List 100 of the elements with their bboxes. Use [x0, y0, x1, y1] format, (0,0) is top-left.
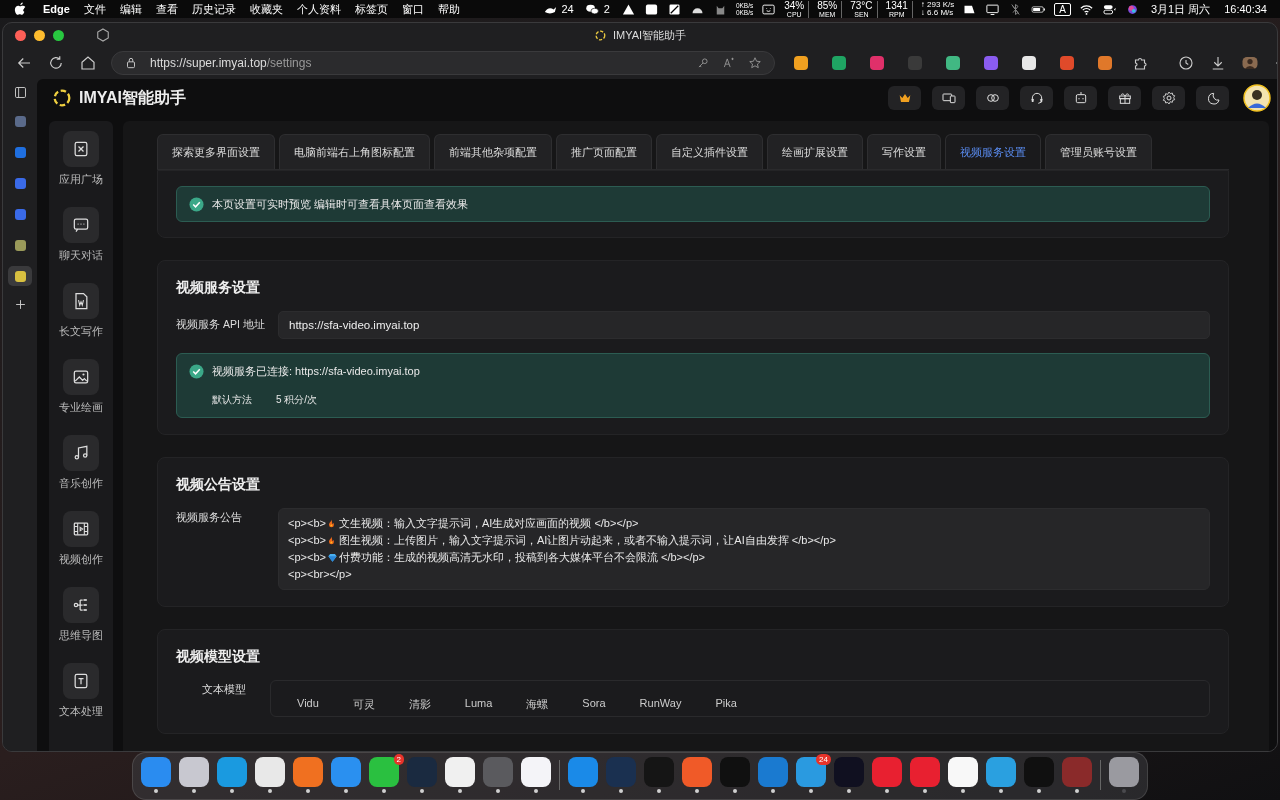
menu-item[interactable]: 文件 — [80, 1, 109, 17]
gem-icon — [326, 552, 338, 563]
extension-icon[interactable] — [946, 56, 960, 70]
sidebar-label: 视频创作 — [59, 553, 103, 567]
headset-button[interactable] — [1020, 86, 1053, 110]
reload-icon[interactable] — [47, 54, 65, 72]
menu-item[interactable]: 窗口 — [398, 1, 427, 17]
app-icon[interactable] — [521, 757, 551, 787]
tab-actions-icon[interactable] — [94, 26, 112, 44]
announcement-field[interactable]: <p><b> 文生视频：输入文字提示词，AI生成对应画面的视频 </b></p> <p><b> 图生视频：上传图片，输入文字提示词，AI让图片动起来，或者不输入提示词，让AI自由发挥 </b></p> <p><b> 付费功能：生成的视频高清无水印，投稿到各大媒体平台不会限流 </b></p> <p><br></p> — [278, 508, 1210, 590]
settings-tab[interactable]: 前端其他杂项配置 — [434, 134, 552, 169]
mindmap-icon — [63, 587, 99, 623]
extension-icon[interactable] — [1098, 56, 1112, 70]
close-button[interactable] — [15, 29, 26, 41]
model-option[interactable]: RunWay — [633, 697, 688, 712]
display-icon[interactable] — [985, 1, 1001, 17]
code-text: <p><b> — [288, 516, 326, 531]
profile-avatar[interactable] — [1241, 54, 1259, 72]
notice-text: 本页设置可实时预览 编辑时可查看具体页面查看效果 — [212, 196, 469, 212]
user-avatar[interactable] — [1243, 84, 1271, 112]
history-icon[interactable] — [1177, 54, 1195, 72]
model-option[interactable]: Luma — [458, 697, 499, 712]
code-text: 文生视频：输入文字提示词，AI生成对应画面的视频 </b></p> — [338, 516, 639, 531]
settings-tab[interactable]: 写作设置 — [867, 134, 941, 169]
sidebar-label: 文本处理 — [59, 705, 103, 719]
app-icon[interactable] — [445, 757, 475, 787]
app-icon[interactable] — [948, 757, 978, 787]
menu-item[interactable]: 标签页 — [351, 1, 391, 17]
moon-button[interactable] — [1196, 86, 1229, 110]
code-text: 付费功能：生成的视频高清无水印，投稿到各大媒体平台不会限流 </b></p> — [338, 550, 706, 565]
method-label: 默认方法 — [212, 393, 252, 407]
api-url-field[interactable]: https://sfa-video.imyai.top — [278, 311, 1210, 339]
address-bar[interactable]: https://super.imyai.top/settings — [111, 51, 775, 75]
menu-bar-date[interactable]: 3月1日 周六 — [1147, 1, 1214, 17]
gift-icon — [1116, 90, 1133, 106]
extension-icon[interactable] — [984, 56, 998, 70]
app-icon[interactable] — [179, 757, 209, 787]
extension-icon[interactable] — [1022, 56, 1036, 70]
check-icon — [189, 364, 204, 379]
app-icon[interactable] — [369, 757, 399, 787]
zoom-button[interactable] — [53, 29, 64, 41]
home-icon[interactable] — [79, 54, 97, 72]
code-text: <p><b> — [288, 550, 326, 565]
menu-item[interactable]: 查看 — [152, 1, 181, 17]
app-icon[interactable] — [255, 757, 285, 787]
menu-bar-clock[interactable]: 16:40:34 — [1221, 3, 1270, 15]
extension-icon[interactable] — [794, 56, 808, 70]
chat-icon — [63, 207, 99, 243]
link-button[interactable] — [976, 86, 1009, 110]
status-count: 24 — [561, 3, 575, 15]
settings-tab[interactable]: 自定义插件设置 — [656, 134, 763, 169]
logo-icon — [593, 28, 607, 42]
gear-icon — [1160, 90, 1177, 106]
menu-item[interactable]: 个人资料 — [293, 1, 344, 17]
minimize-button[interactable] — [34, 29, 45, 41]
sidebar-label: 思维导图 — [59, 629, 103, 643]
devices-button[interactable] — [932, 86, 965, 110]
settings-tab[interactable]: 管理员账号设置 — [1045, 134, 1152, 169]
text-icon — [63, 663, 99, 699]
browser-tab[interactable] — [8, 266, 32, 286]
extension-icon[interactable] — [832, 56, 846, 70]
check-icon — [189, 196, 204, 212]
settings-tab[interactable]: 探索更多界面设置 — [157, 134, 275, 169]
settings-tab[interactable]: 电脑前端右上角图标配置 — [279, 134, 430, 169]
extension-icon[interactable] — [1060, 56, 1074, 70]
menu-item[interactable]: 历史记录 — [188, 1, 239, 17]
input-source[interactable]: A — [1054, 2, 1071, 16]
settings-tab[interactable]: 绘画扩展设置 — [767, 134, 863, 169]
gear-button[interactable] — [1152, 86, 1185, 110]
model-option[interactable]: 清影 — [402, 697, 437, 712]
apple-logo-icon[interactable] — [14, 2, 26, 16]
app-menu[interactable]: Edge — [40, 3, 73, 15]
model-option[interactable]: 可灵 — [346, 697, 381, 712]
settings-tab[interactable]: 推广页面配置 — [556, 134, 652, 169]
write-icon — [63, 283, 99, 319]
robot-button[interactable] — [1064, 86, 1097, 110]
logo-icon — [51, 87, 73, 109]
transfer-speed: ↑ 293 K/s ↓ 6.6 M/s — [920, 1, 955, 17]
crown-button[interactable] — [888, 86, 921, 110]
field-label: 文本模型 — [201, 682, 247, 697]
image-icon — [63, 359, 99, 395]
sidebar-toggle-icon[interactable] — [12, 85, 28, 100]
method-value: 5 积分/次 — [276, 393, 318, 407]
face-icon[interactable] — [761, 1, 777, 17]
notification-badge: 24 — [816, 754, 831, 765]
code-text: <p><br></p> — [288, 567, 352, 582]
music-icon — [63, 435, 99, 471]
menu-item[interactable]: 编辑 — [116, 1, 145, 17]
menu-item[interactable]: 收藏夹 — [246, 1, 286, 17]
model-option[interactable]: Sora — [576, 697, 612, 712]
sidebar-label: 音乐创作 — [59, 477, 103, 491]
gift-button[interactable] — [1108, 86, 1141, 110]
extension-icon[interactable] — [870, 56, 884, 70]
model-option[interactable]: Vidu — [291, 697, 325, 712]
settings-tab[interactable]: 视频服务设置 — [945, 134, 1041, 169]
menu-item[interactable]: 帮助 — [434, 1, 463, 17]
apps-icon — [63, 131, 99, 167]
model-option[interactable]: 海螺 — [520, 697, 555, 712]
model-option[interactable]: Pika — [709, 697, 743, 712]
sidebar-label: 长文写作 — [59, 325, 103, 339]
